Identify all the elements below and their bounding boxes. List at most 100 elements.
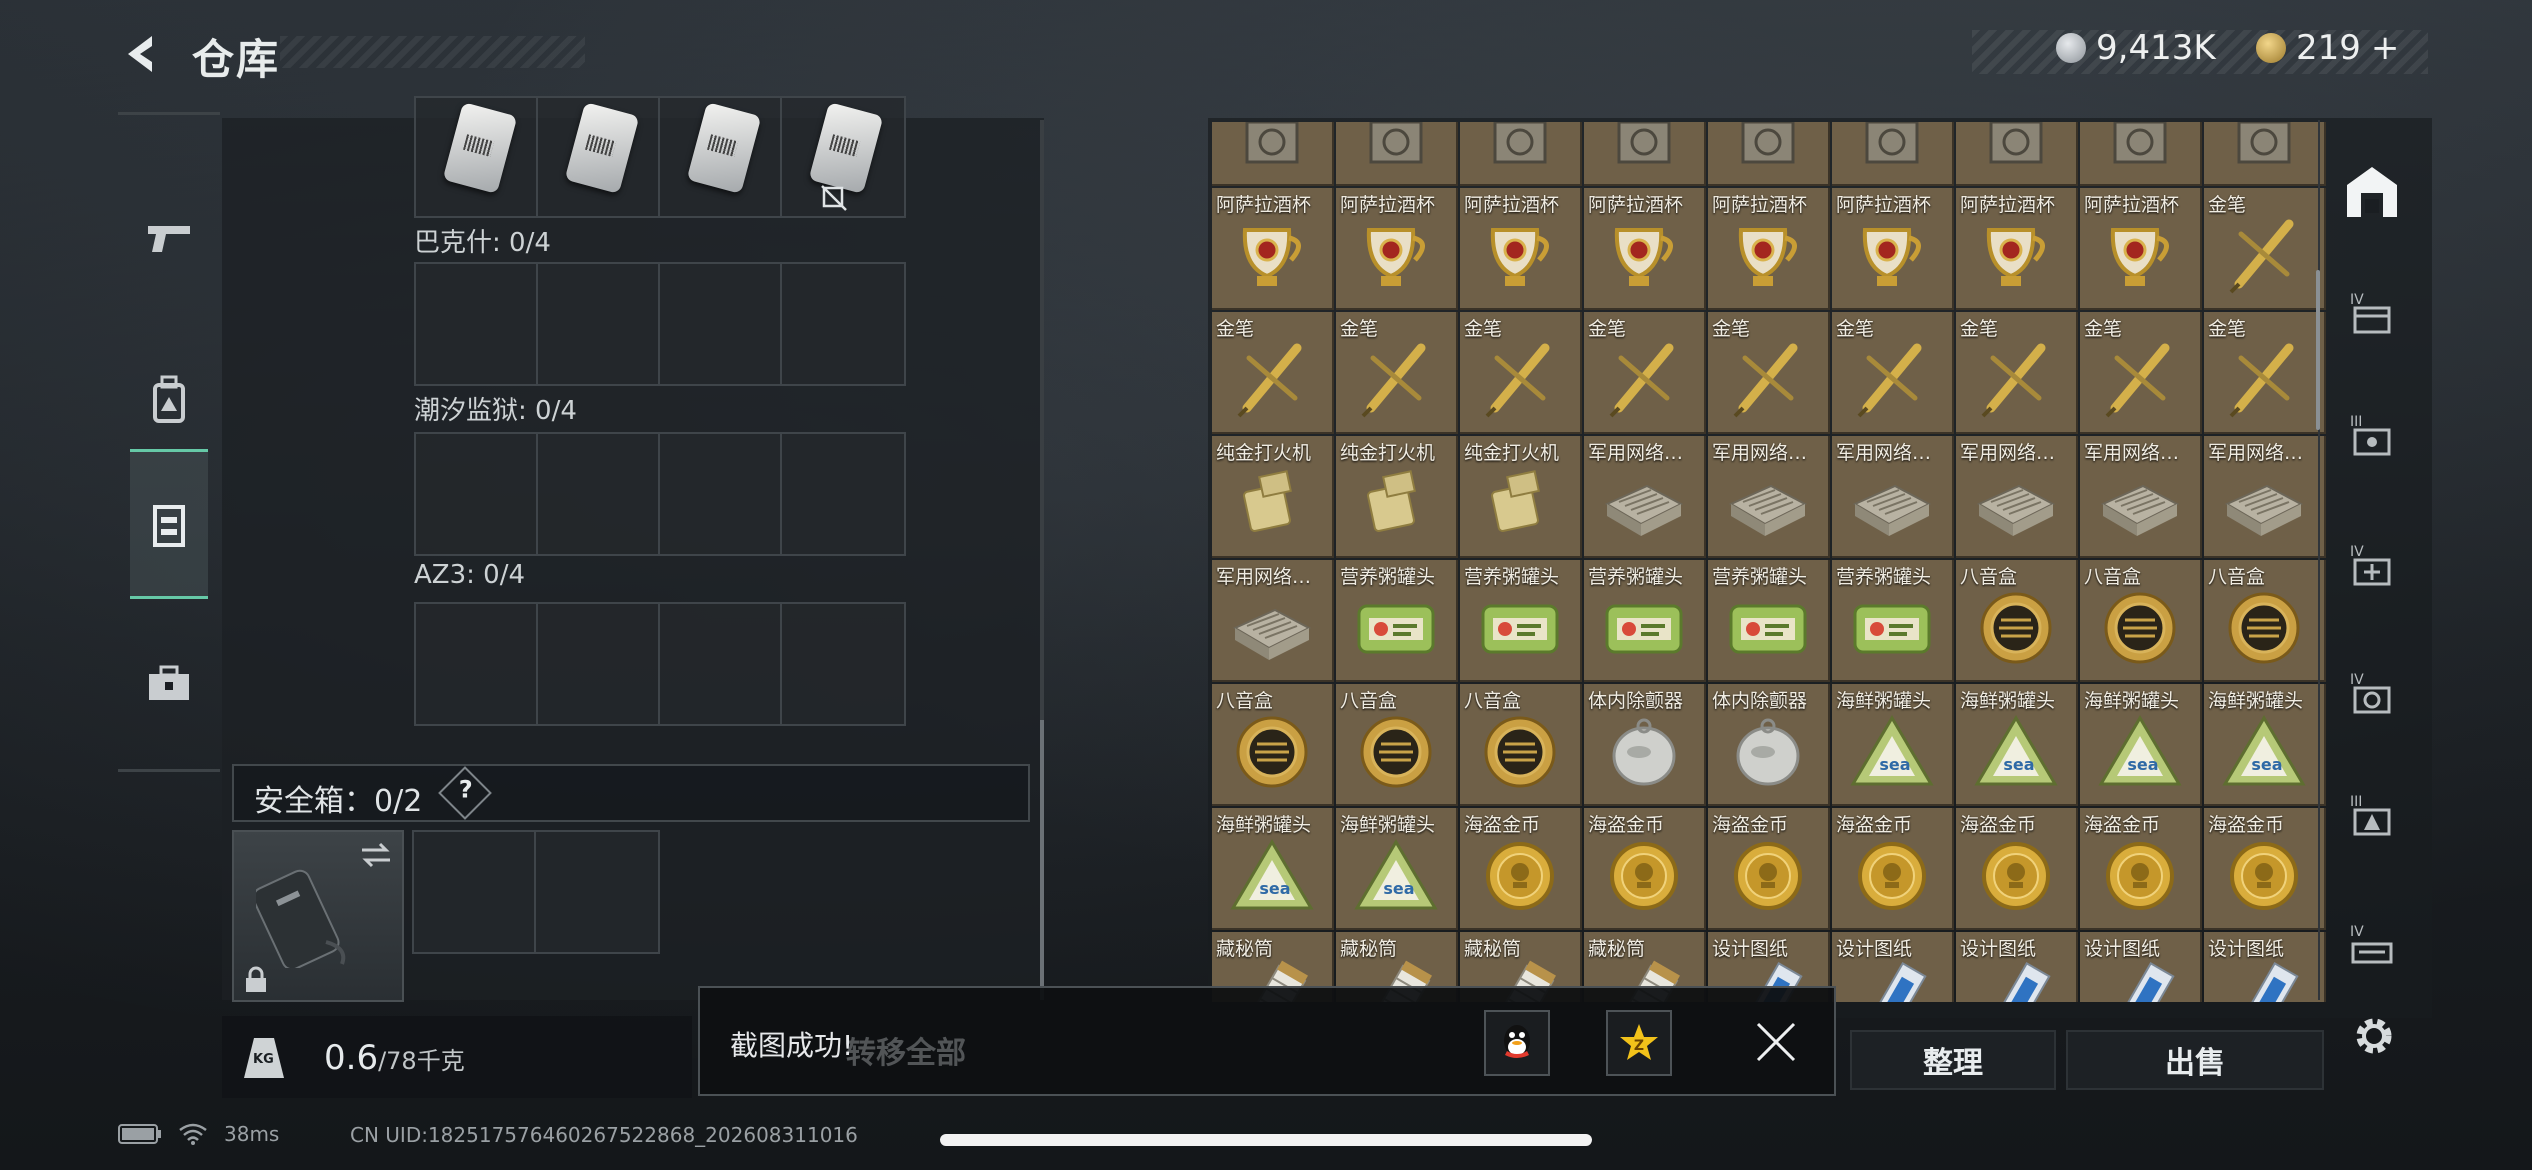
empty-slot[interactable] — [414, 832, 536, 952]
safebox-item[interactable] — [232, 830, 404, 1002]
gold-currency[interactable]: 219 + — [2256, 28, 2399, 68]
item-cell[interactable]: 设计图纸 — [1832, 932, 1954, 1002]
item-cell[interactable]: 阿萨拉酒杯 — [1584, 188, 1706, 310]
item-cell[interactable]: 八音盒 — [1212, 684, 1334, 806]
item-cell[interactable]: 军用网络… — [1212, 560, 1334, 682]
item-cell[interactable]: 纯金打火机 — [1460, 436, 1582, 558]
empty-slot[interactable] — [536, 832, 658, 952]
empty-slot[interactable] — [538, 604, 660, 724]
item-cell[interactable]: 军用网络… — [1584, 436, 1706, 558]
item-cell[interactable]: 纯金打火机 — [1212, 436, 1334, 558]
item-cell[interactable]: 金笔 — [2080, 312, 2202, 434]
item-cell[interactable]: 金笔 — [1584, 312, 1706, 434]
item-cell[interactable] — [1708, 122, 1830, 186]
item-cell[interactable]: 营养粥罐头 — [1832, 560, 1954, 682]
sort-button[interactable]: 整理 — [1850, 1030, 2056, 1090]
empty-slot[interactable] — [782, 434, 904, 554]
rail-item-tier-4-a[interactable]: IV — [2342, 288, 2402, 348]
item-cell[interactable]: 海盗金币 — [1584, 808, 1706, 930]
empty-slot[interactable] — [660, 434, 782, 554]
item-cell[interactable]: 体内除颤器 — [1708, 684, 1830, 806]
item-cell[interactable]: 阿萨拉酒杯 — [1212, 188, 1334, 310]
rail-item-tier-3-b[interactable]: III — [2342, 790, 2402, 850]
item-cell[interactable]: 阿萨拉酒杯 — [1708, 188, 1830, 310]
item-cell[interactable]: 海盗金币 — [2204, 808, 2326, 930]
item-cell[interactable]: sea 海鲜粥罐头 — [1336, 808, 1458, 930]
item-cell[interactable]: 体内除颤器 — [1584, 684, 1706, 806]
item-cell[interactable]: 设计图纸 — [2204, 932, 2326, 1002]
card-slot[interactable] — [660, 98, 782, 216]
item-cell[interactable] — [1584, 122, 1706, 186]
home-indicator[interactable] — [940, 1134, 1592, 1146]
item-cell[interactable]: 军用网络… — [2204, 436, 2326, 558]
card-slot[interactable] — [782, 98, 904, 216]
safebox-help-button[interactable]: ? — [438, 766, 492, 820]
item-cell[interactable]: 金笔 — [1336, 312, 1458, 434]
item-cell[interactable]: 八音盒 — [2204, 560, 2326, 682]
empty-slot[interactable] — [416, 264, 538, 384]
item-cell[interactable]: 营养粥罐头 — [1584, 560, 1706, 682]
item-cell[interactable]: 设计图纸 — [2080, 932, 2202, 1002]
rail-item-tier-4-b[interactable]: IV — [2342, 540, 2402, 600]
item-cell[interactable]: 设计图纸 — [1956, 932, 2078, 1002]
empty-slot[interactable] — [538, 264, 660, 384]
item-cell[interactable]: 军用网络… — [1832, 436, 1954, 558]
item-cell[interactable]: 金笔 — [1832, 312, 1954, 434]
item-cell[interactable]: sea 海鲜粥罐头 — [2204, 684, 2326, 806]
item-cell[interactable]: 金笔 — [1956, 312, 2078, 434]
left-scrollbar-thumb[interactable] — [1040, 720, 1044, 1000]
toast-close-button[interactable] — [1752, 1018, 1800, 1066]
item-cell[interactable]: 军用网络… — [1708, 436, 1830, 558]
item-cell[interactable] — [1956, 122, 2078, 186]
sidebar-item-chest-rig[interactable] — [130, 449, 208, 599]
item-cell[interactable] — [1832, 122, 1954, 186]
item-cell[interactable]: 海盗金币 — [1832, 808, 1954, 930]
grid-scrollbar[interactable] — [2316, 270, 2320, 430]
empty-slot[interactable] — [660, 264, 782, 384]
sell-button[interactable]: 出售 — [2066, 1030, 2324, 1090]
item-cell[interactable]: 海盗金币 — [1708, 808, 1830, 930]
item-cell[interactable]: 金笔 — [2204, 188, 2326, 310]
item-cell[interactable]: 军用网络… — [2080, 436, 2202, 558]
item-cell[interactable]: sea 海鲜粥罐头 — [2080, 684, 2202, 806]
swap-icon[interactable] — [358, 840, 394, 870]
item-cell[interactable]: 营养粥罐头 — [1460, 560, 1582, 682]
item-cell[interactable]: sea 海鲜粥罐头 — [1956, 684, 2078, 806]
item-cell[interactable]: sea 海鲜粥罐头 — [1832, 684, 1954, 806]
item-cell[interactable] — [2204, 122, 2326, 186]
item-cell[interactable]: 金笔 — [1460, 312, 1582, 434]
left-scrollbar[interactable] — [1040, 120, 1044, 1000]
item-cell[interactable]: 营养粥罐头 — [1708, 560, 1830, 682]
item-cell[interactable]: 海盗金币 — [1460, 808, 1582, 930]
empty-slot[interactable] — [416, 604, 538, 724]
item-cell[interactable] — [1336, 122, 1458, 186]
rail-item-tier-4-d[interactable]: IV — [2342, 920, 2402, 980]
back-button[interactable] — [118, 30, 166, 78]
item-cell[interactable] — [1212, 122, 1334, 186]
rail-item-tier-3-a[interactable]: III — [2342, 410, 2402, 470]
empty-slot[interactable] — [782, 604, 904, 724]
item-cell[interactable]: sea 海鲜粥罐头 — [1212, 808, 1334, 930]
item-cell[interactable]: 八音盒 — [1460, 684, 1582, 806]
silver-currency[interactable]: 9,413K — [2056, 28, 2216, 68]
settings-button[interactable] — [2346, 1008, 2402, 1064]
item-cell[interactable] — [1460, 122, 1582, 186]
empty-slot[interactable] — [538, 434, 660, 554]
item-cell[interactable]: 金笔 — [1212, 312, 1334, 434]
item-cell[interactable]: 阿萨拉酒杯 — [1956, 188, 2078, 310]
add-gold-button[interactable]: + — [2371, 28, 2400, 68]
empty-slot[interactable] — [416, 434, 538, 554]
card-slot[interactable] — [538, 98, 660, 216]
item-cell[interactable]: 阿萨拉酒杯 — [2080, 188, 2202, 310]
item-cell[interactable]: 纯金打火机 — [1336, 436, 1458, 558]
item-cell[interactable]: 阿萨拉酒杯 — [1832, 188, 1954, 310]
item-cell[interactable]: 阿萨拉酒杯 — [1336, 188, 1458, 310]
item-cell[interactable]: 金笔 — [1708, 312, 1830, 434]
sidebar-item-weapon[interactable] — [118, 163, 220, 313]
rail-item-home[interactable] — [2342, 162, 2402, 222]
item-cell[interactable]: 军用网络… — [1956, 436, 2078, 558]
share-qzone-button[interactable]: Z — [1606, 1010, 1672, 1076]
item-cell[interactable]: 营养粥罐头 — [1336, 560, 1458, 682]
item-cell[interactable]: 八音盒 — [1336, 684, 1458, 806]
item-cell[interactable] — [2080, 122, 2202, 186]
